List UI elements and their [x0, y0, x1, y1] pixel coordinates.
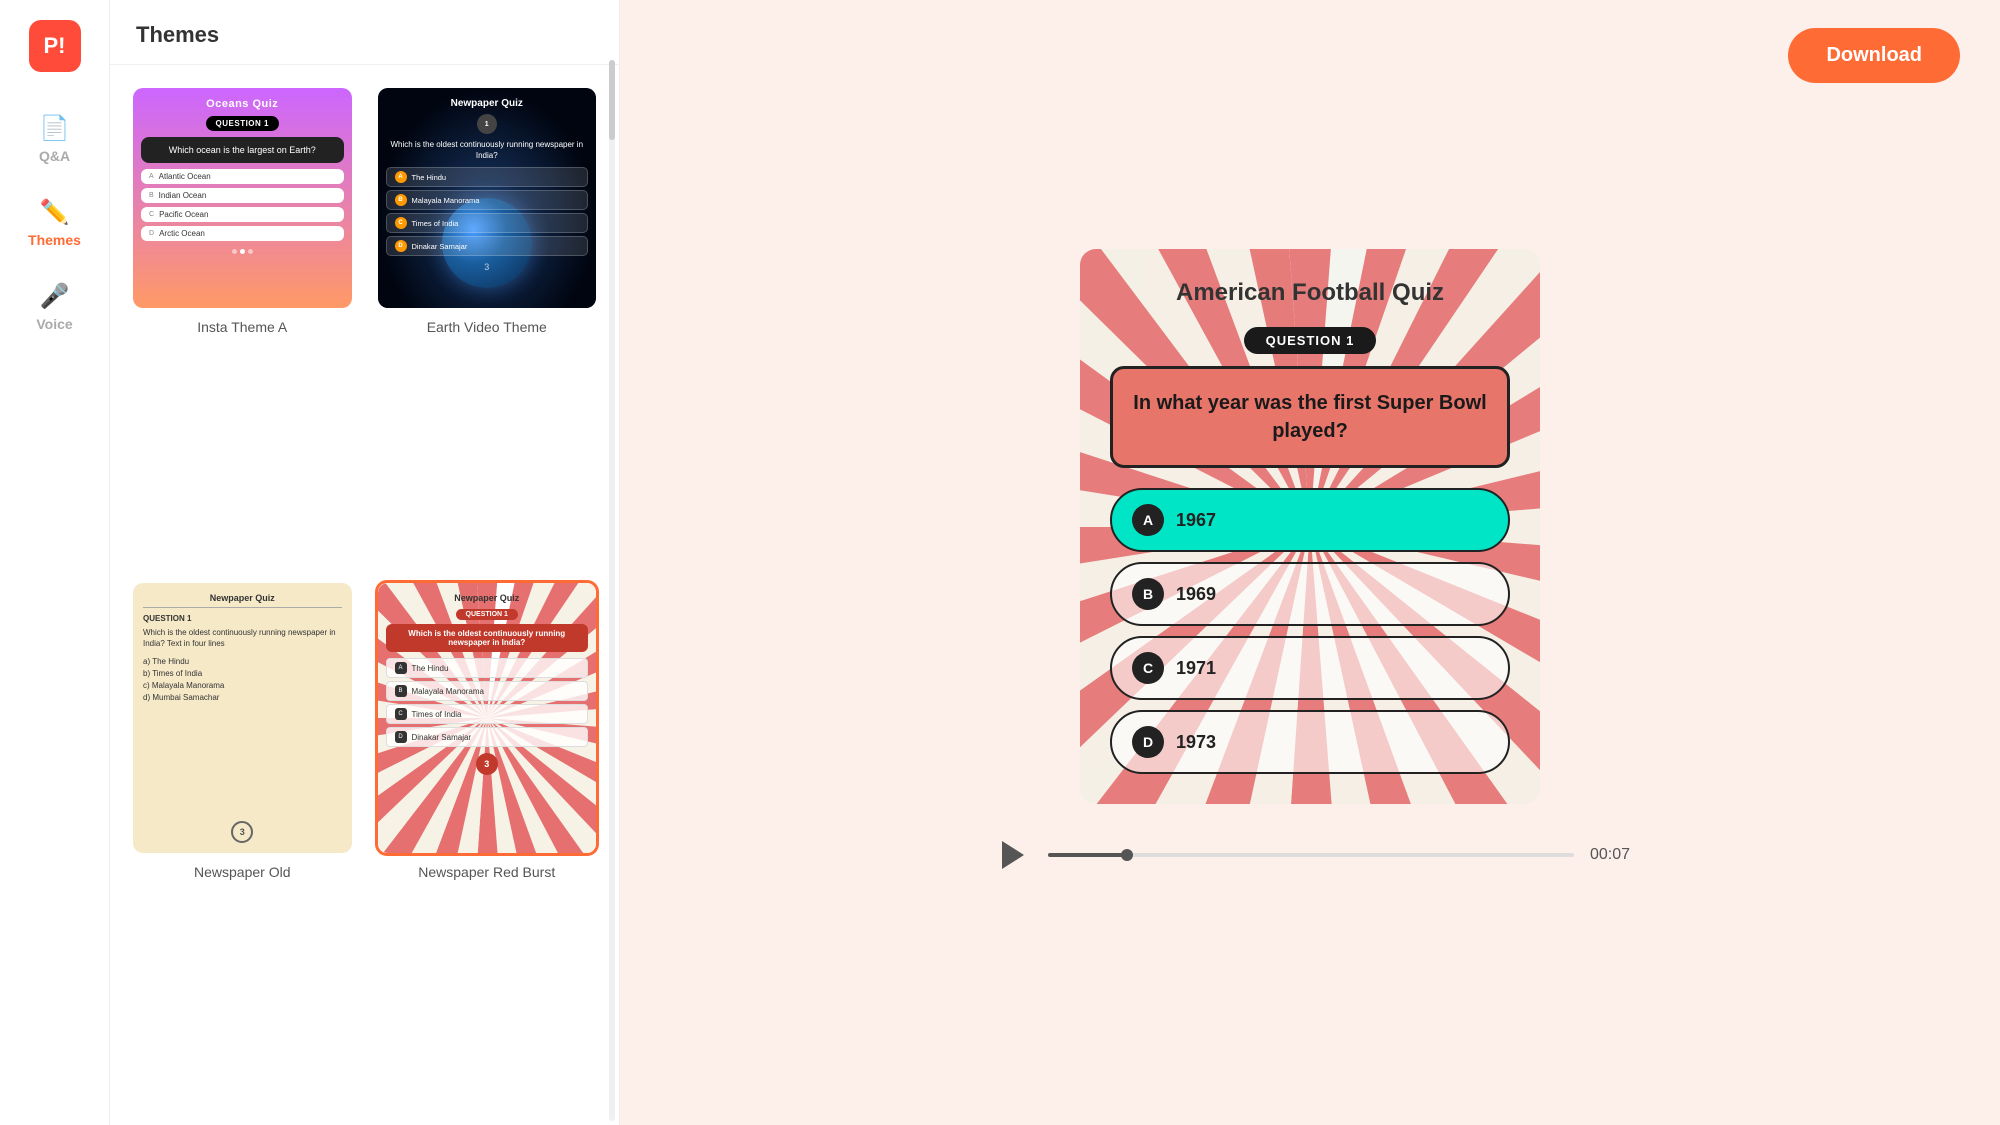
earth-question-badge: 1 — [477, 114, 497, 134]
play-icon — [1002, 841, 1024, 869]
sidebar-item-label-themes: Themes — [28, 232, 81, 248]
np-red-content: Newpaper Quiz QUESTION 1 Which is the ol… — [386, 593, 589, 775]
insta-question-text: Which ocean is the largest on Earth? — [141, 137, 344, 163]
np-red-option-a: A The Hindu — [386, 658, 589, 678]
sidebar-item-qa[interactable]: 📄 Q&A — [10, 102, 100, 176]
theme-name-newspaper-old: Newspaper Old — [194, 864, 291, 880]
np-red-option-c: C Times of India — [386, 704, 589, 724]
quiz-option-d-letter: D — [1132, 726, 1164, 758]
newspaper-red-preview: Newpaper Quiz QUESTION 1 Which is the ol… — [378, 583, 597, 853]
np-old-footer: 3 — [143, 821, 342, 843]
insta-options: A Atlantic Ocean B Indian Ocean C Pacifi… — [141, 169, 344, 241]
sidebar-item-voice[interactable]: 🎤 Voice — [10, 270, 100, 344]
theme-card-earth[interactable]: Newpaper Quiz 1 Which is the oldest cont… — [375, 85, 600, 560]
insta-option-b: B Indian Ocean — [141, 188, 344, 203]
insta-title: Oceans Quiz — [141, 98, 344, 110]
quiz-option-b-letter: B — [1132, 578, 1164, 610]
insta-question-badge: QUESTION 1 — [206, 116, 279, 131]
theme-name-insta: Insta Theme A — [197, 319, 287, 335]
np-old-q-label: QUESTION 1 — [143, 614, 342, 623]
download-button[interactable]: Download — [1788, 28, 1960, 83]
insta-option-d: D Arctic Ocean — [141, 226, 344, 241]
np-old-option-d: d) Mumbai Samachar — [143, 693, 342, 702]
quiz-options: A 1967 B 1969 C 1971 D 1973 — [1110, 488, 1510, 774]
progress-bar[interactable] — [1048, 853, 1574, 857]
np-red-title: Newpaper Quiz — [454, 593, 519, 603]
quiz-option-c-letter: C — [1132, 652, 1164, 684]
theme-preview-earth: Newpaper Quiz 1 Which is the oldest cont… — [375, 85, 600, 311]
earth-preview: Newpaper Quiz 1 Which is the oldest cont… — [378, 88, 597, 308]
np-red-footer: 3 — [476, 753, 498, 775]
quiz-bg: American Football Quiz QUESTION 1 In wha… — [1080, 249, 1540, 804]
themes-scrollbar[interactable] — [609, 60, 615, 1121]
np-old-option-c: c) Malayala Manorama — [143, 681, 342, 690]
play-button[interactable] — [990, 834, 1032, 876]
earth-options: A The Hindu B Malayala Manorama C Times … — [386, 167, 589, 256]
np-red-q-badge: QUESTION 1 — [456, 609, 518, 620]
scrollbar-thumb[interactable] — [609, 60, 615, 140]
video-controls: 00:07 — [990, 834, 1630, 876]
main-content: Download — [620, 0, 2000, 1125]
insta-dots — [141, 249, 344, 254]
time-display: 00:07 — [1590, 846, 1630, 864]
quiz-option-a-letter: A — [1132, 504, 1164, 536]
theme-name-newspaper-red: Newspaper Red Burst — [418, 864, 555, 880]
earth-question-text: Which is the oldest continuously running… — [386, 139, 589, 161]
qa-icon: 📄 — [40, 114, 70, 143]
earth-option-b: B Malayala Manorama — [386, 190, 589, 210]
quiz-option-a: A 1967 — [1110, 488, 1510, 552]
newspaper-old-preview: Newpaper Quiz QUESTION 1 Which is the ol… — [133, 583, 352, 853]
themes-panel-title: Themes — [110, 0, 619, 65]
app-logo: P! — [29, 20, 81, 72]
np-old-option-b: b) Times of India — [143, 669, 342, 678]
themes-icon: ✏️ — [40, 198, 70, 227]
insta-preview: Oceans Quiz QUESTION 1 Which ocean is th… — [133, 88, 352, 308]
progress-thumb — [1121, 849, 1133, 861]
quiz-option-d-text: 1973 — [1176, 732, 1216, 753]
quiz-option-a-text: 1967 — [1176, 510, 1216, 531]
quiz-option-d: D 1973 — [1110, 710, 1510, 774]
quiz-option-b-text: 1969 — [1176, 584, 1216, 605]
sidebar: P! 📄 Q&A ✏️ Themes 🎤 Voice — [0, 0, 110, 1125]
quiz-option-b: B 1969 — [1110, 562, 1510, 626]
quiz-content: American Football Quiz QUESTION 1 In wha… — [1080, 249, 1540, 804]
theme-card-insta[interactable]: Oceans Quiz QUESTION 1 Which ocean is th… — [130, 85, 355, 560]
themes-grid: Oceans Quiz QUESTION 1 Which ocean is th… — [110, 65, 619, 1125]
quiz-question-box: In what year was the first Super Bowl pl… — [1110, 366, 1510, 468]
earth-option-d: D Dinakar Samajar — [386, 236, 589, 256]
quiz-title: American Football Quiz — [1110, 279, 1510, 307]
theme-preview-insta: Oceans Quiz QUESTION 1 Which ocean is th… — [130, 85, 355, 311]
sidebar-item-label-qa: Q&A — [39, 148, 70, 164]
np-old-title: Newpaper Quiz — [143, 593, 342, 608]
earth-page-num: 3 — [484, 262, 489, 272]
theme-preview-newspaper-red: Newpaper Quiz QUESTION 1 Which is the ol… — [375, 580, 600, 856]
insta-option-a: A Atlantic Ocean — [141, 169, 344, 184]
theme-card-newspaper-old[interactable]: Newpaper Quiz QUESTION 1 Which is the ol… — [130, 580, 355, 1105]
progress-fill — [1048, 853, 1127, 857]
np-red-option-b: B Malayala Manorama — [386, 681, 589, 701]
earth-title: Newpaper Quiz — [451, 98, 523, 109]
np-old-badge: 3 — [231, 821, 253, 843]
np-old-q-text: Which is the oldest continuously running… — [143, 627, 342, 649]
quiz-option-c-text: 1971 — [1176, 658, 1216, 679]
themes-panel: Themes Oceans Quiz QUESTION 1 Which ocea… — [110, 0, 620, 1125]
insta-option-c: C Pacific Ocean — [141, 207, 344, 222]
np-red-option-d: D Dinakar Samajar — [386, 727, 589, 747]
theme-name-earth: Earth Video Theme — [427, 319, 547, 335]
np-red-q-text: Which is the oldest continuously running… — [386, 624, 589, 652]
np-red-badge: 3 — [476, 753, 498, 775]
theme-card-newspaper-red[interactable]: Newpaper Quiz QUESTION 1 Which is the ol… — [375, 580, 600, 1105]
quiz-question-badge: QUESTION 1 — [1244, 327, 1377, 354]
quiz-preview: American Football Quiz QUESTION 1 In wha… — [1080, 249, 1540, 804]
sidebar-item-label-voice: Voice — [36, 316, 72, 332]
theme-preview-newspaper-old: Newpaper Quiz QUESTION 1 Which is the ol… — [130, 580, 355, 856]
np-old-options: a) The Hindu b) Times of India c) Malaya… — [143, 657, 342, 702]
np-old-option-a: a) The Hindu — [143, 657, 342, 666]
np-red-options: A The Hindu B Malayala Manorama C Times … — [386, 658, 589, 747]
quiz-option-c: C 1971 — [1110, 636, 1510, 700]
sidebar-item-themes[interactable]: ✏️ Themes — [10, 186, 100, 260]
voice-icon: 🎤 — [40, 282, 70, 311]
earth-option-c: C Times of India — [386, 213, 589, 233]
earth-option-a: A The Hindu — [386, 167, 589, 187]
